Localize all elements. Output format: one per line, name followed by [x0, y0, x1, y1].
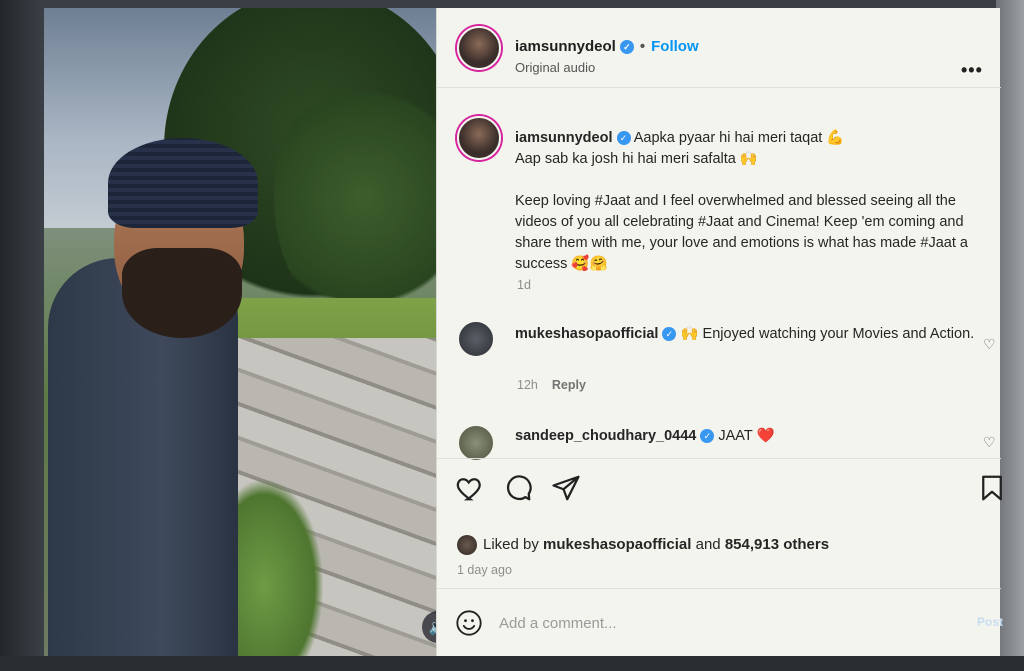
- monitor-bezel-top: [0, 0, 1024, 8]
- heart-icon[interactable]: [455, 473, 485, 503]
- likes-summary: Liked by mukeshasopaofficial and 854,913…: [457, 535, 829, 555]
- post-panel: iamsunnydeol ✓ • Follow Original audio ••• …: [436, 8, 1003, 656]
- comment-icon[interactable]: [503, 473, 533, 503]
- verified-badge-icon: ✓: [619, 40, 634, 55]
- monitor-bezel-left: [0, 0, 44, 671]
- author-row: iamsunnydeol ✓ • Follow: [515, 38, 699, 55]
- likes-prefix: Liked by: [483, 535, 539, 553]
- verified-badge-icon: ✓: [662, 327, 677, 342]
- post-actions: Liked by mukeshasopaofficial and 854,913…: [437, 458, 1002, 578]
- commenter-avatar[interactable]: [457, 320, 495, 358]
- caption-author-avatar[interactable]: [457, 116, 501, 160]
- comment-username[interactable]: mukeshasopaofficial: [515, 326, 658, 342]
- emoji-icon[interactable]: [455, 609, 483, 637]
- comment-bar: Post: [437, 588, 1003, 656]
- liker-avatar: [457, 535, 477, 555]
- likes-user[interactable]: mukeshasopaofficial: [543, 536, 691, 553]
- heart-icon[interactable]: ♡: [983, 336, 996, 353]
- post-header: iamsunnydeol ✓ • Follow Original audio •••: [437, 8, 1001, 88]
- comment-text: JAAT ❤️: [718, 428, 775, 444]
- caption-line-2: Aap sab ka josh hi hai meri safalta 🙌: [515, 151, 758, 167]
- media-person-beanie: [108, 138, 258, 228]
- post-timestamp: 1 day ago: [457, 563, 512, 577]
- more-options-icon[interactable]: •••: [961, 60, 983, 81]
- comment-2: sandeep_choudhary_0444 ✓ JAAT ❤️: [515, 426, 975, 447]
- follow-button[interactable]: Follow: [651, 38, 699, 55]
- likes-and: and: [695, 535, 721, 553]
- comment-meta: 12h Reply: [517, 378, 586, 392]
- caption-username[interactable]: iamsunnydeol: [515, 130, 613, 146]
- caption-line-1: Aapka pyaar hi hai meri taqat 💪: [633, 130, 845, 146]
- audio-label[interactable]: Original audio: [515, 60, 595, 75]
- comment-input[interactable]: [499, 609, 899, 637]
- media-person-beard: [122, 248, 242, 338]
- heart-icon[interactable]: ♡: [983, 434, 996, 451]
- commenter-avatar[interactable]: [457, 424, 495, 462]
- author-avatar[interactable]: [457, 26, 501, 70]
- post-media[interactable]: 🔊: [44, 8, 436, 656]
- comment-1: mukeshasopaofficial ✓ 🙌 Enjoyed watching …: [515, 324, 975, 345]
- comment-text: 🙌 Enjoyed watching your Movies and Actio…: [680, 326, 975, 342]
- verified-badge-icon: ✓: [700, 429, 715, 444]
- caption-body: Keep loving #Jaat and I feel overwhelmed…: [515, 193, 968, 272]
- monitor-bezel-bottom: [0, 656, 1024, 671]
- post-comment-button[interactable]: Post: [977, 615, 1003, 629]
- reply-button[interactable]: Reply: [552, 378, 586, 392]
- verified-badge-icon: ✓: [616, 131, 631, 146]
- comment-username[interactable]: sandeep_choudhary_0444: [515, 428, 696, 444]
- caption-age: 1d: [517, 278, 531, 292]
- caption-block: iamsunnydeol ✓ Aapka pyaar hi hai meri ta…: [515, 128, 985, 275]
- share-icon[interactable]: [551, 473, 581, 503]
- likes-count[interactable]: 854,913 others: [725, 536, 829, 553]
- separator-dot: •: [639, 38, 646, 55]
- bookmark-icon[interactable]: [977, 473, 1007, 503]
- author-username[interactable]: iamsunnydeol: [515, 38, 616, 55]
- comment-age: 12h: [517, 378, 538, 392]
